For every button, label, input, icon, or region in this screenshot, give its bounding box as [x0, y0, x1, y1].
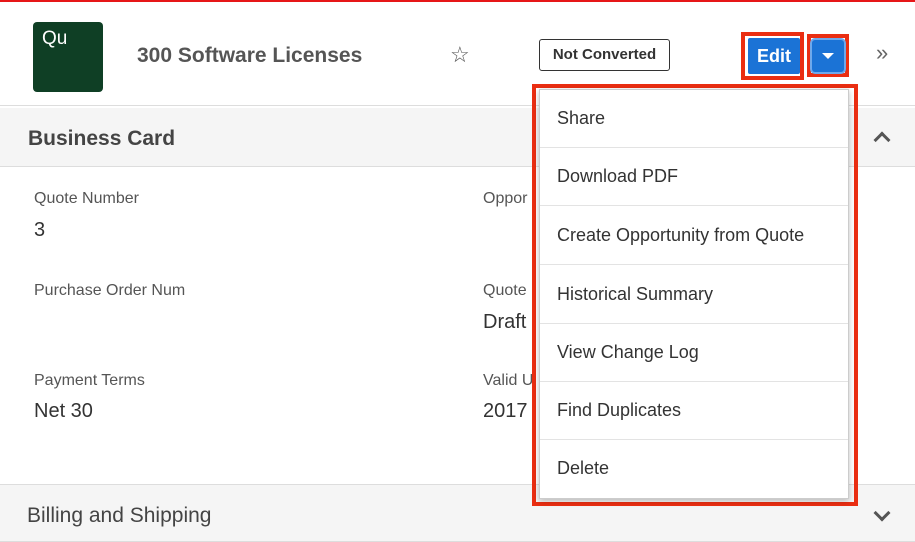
quote-stage-label: Quote	[483, 282, 527, 299]
opportunity-label: Oppor	[483, 190, 528, 207]
quote-stage-value: Draft	[483, 311, 527, 333]
chevron-up-icon	[873, 131, 891, 149]
menu-item-view-change-log[interactable]: View Change Log	[540, 324, 848, 382]
billing-shipping-title: Billing and Shipping	[27, 504, 212, 527]
menu-item-create-opportunity[interactable]: Create Opportunity from Quote	[540, 207, 848, 265]
actions-dropdown-button[interactable]	[812, 40, 844, 72]
avatar: Qu	[33, 22, 103, 92]
quote-number-value: 3	[34, 219, 46, 241]
page-title: 300 Software Licenses	[137, 44, 363, 67]
edit-button[interactable]: Edit	[748, 38, 800, 74]
double-chevron-right-icon[interactable]: »	[876, 40, 888, 66]
payment-terms-value: Net 30	[34, 400, 93, 422]
status-badge: Not Converted	[539, 39, 670, 71]
valid-until-value: 2017	[483, 400, 528, 422]
quote-number-label: Quote Number	[34, 190, 139, 207]
expand-toggle[interactable]	[873, 504, 891, 522]
collapse-toggle[interactable]	[873, 131, 891, 149]
valid-until-label: Valid U	[483, 372, 534, 389]
menu-item-share[interactable]: Share	[540, 90, 848, 148]
caret-down-icon	[822, 53, 834, 59]
menu-item-download-pdf[interactable]: Download PDF	[540, 148, 848, 206]
menu-item-delete[interactable]: Delete	[540, 440, 848, 498]
purchase-order-label: Purchase Order Num	[34, 282, 186, 299]
star-icon[interactable]: ☆	[450, 42, 470, 68]
menu-item-find-duplicates[interactable]: Find Duplicates	[540, 382, 848, 440]
business-card-title: Business Card	[28, 127, 176, 150]
payment-terms-label: Payment Terms	[34, 372, 145, 389]
actions-dropdown-menu: Share Download PDF Create Opportunity fr…	[539, 89, 849, 499]
menu-item-historical-summary[interactable]: Historical Summary	[540, 266, 848, 324]
chevron-down-icon	[873, 504, 891, 522]
